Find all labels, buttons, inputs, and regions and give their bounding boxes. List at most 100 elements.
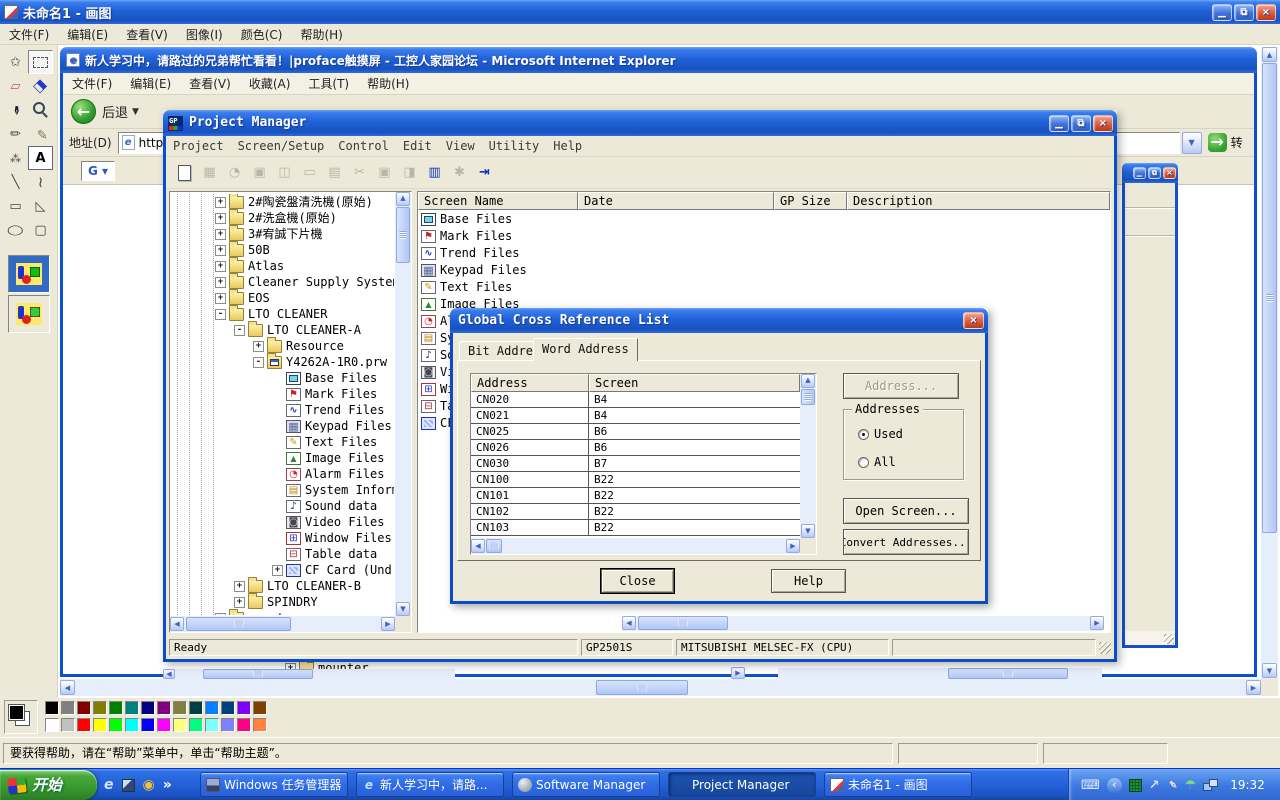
color-swatch[interactable] xyxy=(93,718,107,732)
tree-item[interactable]: - Y4262A-1R0.prw xyxy=(171,354,394,370)
paint-menu-item[interactable]: 颜色(C) xyxy=(232,24,292,45)
expander-icon[interactable]: + xyxy=(215,261,226,272)
fill-icon[interactable] xyxy=(28,74,53,98)
color-swatch[interactable] xyxy=(173,701,187,715)
table-row[interactable]: CN100 B22 xyxy=(471,472,800,488)
tree-item[interactable]: Window Files xyxy=(171,530,394,546)
column-header[interactable]: Screen xyxy=(589,374,800,392)
taskbar-button[interactable]: 未命名1 - 画图 xyxy=(824,772,972,797)
arrow-icon[interactable] xyxy=(1149,778,1160,793)
grid-icon[interactable] xyxy=(1129,779,1142,792)
resize-grip[interactable] xyxy=(1125,631,1175,645)
eyedropper-icon[interactable] xyxy=(3,98,28,122)
expander-icon[interactable]: + xyxy=(215,277,226,288)
expander-icon[interactable]: + xyxy=(215,213,226,224)
freeform-select-icon[interactable] xyxy=(3,50,28,74)
taskbar-button[interactable]: 新人学习中，请路... xyxy=(356,772,504,797)
open-screen-button[interactable]: Open Screen... xyxy=(843,498,969,524)
column-header[interactable]: Date xyxy=(578,192,774,210)
minimize-button[interactable]: ▁ xyxy=(1133,167,1146,179)
umbrella-icon[interactable] xyxy=(1185,778,1197,793)
color-swatch[interactable] xyxy=(173,718,187,732)
pm-menu-item[interactable]: Screen/Setup xyxy=(231,137,332,155)
expander-icon[interactable]: + xyxy=(272,565,283,576)
cut-icon[interactable] xyxy=(347,160,372,185)
tree-item[interactable]: Mark Files xyxy=(171,386,394,402)
tree-item[interactable]: Text Files xyxy=(171,434,394,450)
column-header[interactable]: Description xyxy=(847,192,1110,210)
expander-icon[interactable]: + xyxy=(234,581,245,592)
expander-icon[interactable]: + xyxy=(215,293,226,304)
tab-word-address[interactable]: Word Address xyxy=(533,338,638,361)
table-row[interactable]: CN103 B22 xyxy=(471,520,800,536)
table-row[interactable]: CN026 B6 xyxy=(471,440,800,456)
software-manager-titlebar[interactable]: ▁ ⧉ × xyxy=(1122,163,1178,183)
color-swatch[interactable] xyxy=(61,718,75,732)
ie-menu-item[interactable]: 查看(V) xyxy=(180,73,240,94)
tree-item[interactable]: Sound data xyxy=(171,498,394,514)
list-item[interactable]: Text Files xyxy=(418,279,1110,296)
color-swatch[interactable] xyxy=(125,701,139,715)
close-button[interactable]: × xyxy=(1093,115,1113,132)
tree-item[interactable]: + 3#宥誠下片機 xyxy=(171,226,394,242)
brush-icon[interactable] xyxy=(28,122,53,146)
table-row[interactable]: CN021 B4 xyxy=(471,408,800,424)
network-icon[interactable] xyxy=(1203,779,1219,791)
address-button[interactable]: Address... xyxy=(843,373,959,399)
maximize-button[interactable]: ⧉ xyxy=(1071,115,1091,132)
table-horizontal-scrollbar[interactable]: ◀ ▶ xyxy=(471,538,800,554)
copy-icon[interactable] xyxy=(372,160,397,185)
radio-all[interactable]: All xyxy=(858,455,896,469)
color-swatch[interactable] xyxy=(141,718,155,732)
tree-item[interactable]: + 2#洗盒機(原始) xyxy=(171,210,394,226)
color-swatch[interactable] xyxy=(221,718,235,732)
airbrush-icon[interactable] xyxy=(3,146,28,170)
tree-item[interactable]: Keypad Files xyxy=(171,418,394,434)
back-dropdown-icon[interactable]: ▼ xyxy=(132,107,139,117)
color-swatch[interactable] xyxy=(77,701,91,715)
pencil-icon[interactable] xyxy=(3,122,28,146)
ie-menu-item[interactable]: 收藏(A) xyxy=(240,73,300,94)
tree-item[interactable]: + mounter xyxy=(171,610,394,615)
taskbar-button[interactable]: Project Manager xyxy=(668,772,816,797)
expander-icon[interactable]: + xyxy=(215,245,226,256)
polygon-icon[interactable] xyxy=(28,194,53,218)
column-header[interactable]: Address xyxy=(471,374,589,392)
ie-titlebar[interactable]: e 新人学习中，请路过的兄弟帮忙看看！|proface触摸屏 - 工控人家园论坛… xyxy=(60,47,1257,73)
taskbar-button[interactable]: Windows 任务管理器 xyxy=(200,772,348,797)
new-file-icon[interactable] xyxy=(172,160,197,185)
restore-button[interactable]: ⧉ xyxy=(1148,167,1161,179)
magnifier-icon[interactable] xyxy=(28,98,53,122)
text-icon[interactable] xyxy=(28,146,53,170)
table-row[interactable]: CN101 B22 xyxy=(471,488,800,504)
expander-icon[interactable]: + xyxy=(253,341,264,352)
taskbar-button[interactable]: Software Manager xyxy=(512,772,660,797)
tree-item[interactable]: Alarm Files xyxy=(171,466,394,482)
color-swatch[interactable] xyxy=(93,701,107,715)
color-swatch[interactable] xyxy=(109,701,123,715)
list-item[interactable]: Keypad Files xyxy=(418,262,1110,279)
color-swatch[interactable] xyxy=(157,718,171,732)
color-swatch[interactable] xyxy=(189,701,203,715)
start-button[interactable]: 开始 xyxy=(0,770,97,800)
close-dialog-button[interactable]: Close xyxy=(601,569,674,593)
ie-icon[interactable] xyxy=(104,777,114,793)
restore-button[interactable]: ⧉ xyxy=(1234,4,1254,21)
app-blue-icon[interactable] xyxy=(122,779,135,792)
screen-list-icon[interactable] xyxy=(197,160,222,185)
preview-icon[interactable] xyxy=(297,160,322,185)
tree-item[interactable]: + LTO CLEANER-B xyxy=(171,578,394,594)
expander-icon[interactable]: + xyxy=(215,229,226,240)
copy-screens-icon[interactable] xyxy=(247,160,272,185)
color-swatch[interactable] xyxy=(109,718,123,732)
rounded-rectangle-icon[interactable] xyxy=(28,218,53,242)
pen-icon[interactable] xyxy=(1167,778,1178,793)
table-row[interactable]: CN030 B7 xyxy=(471,456,800,472)
pm-menu-item[interactable]: Control xyxy=(331,137,396,155)
selection-option-opaque[interactable] xyxy=(8,255,50,293)
alarm-editor-icon[interactable] xyxy=(222,160,247,185)
list-item[interactable]: Mark Files xyxy=(418,228,1110,245)
color-swatch[interactable] xyxy=(221,701,235,715)
table-row[interactable]: CN102 B22 xyxy=(471,504,800,520)
paste-icon[interactable] xyxy=(397,160,422,185)
